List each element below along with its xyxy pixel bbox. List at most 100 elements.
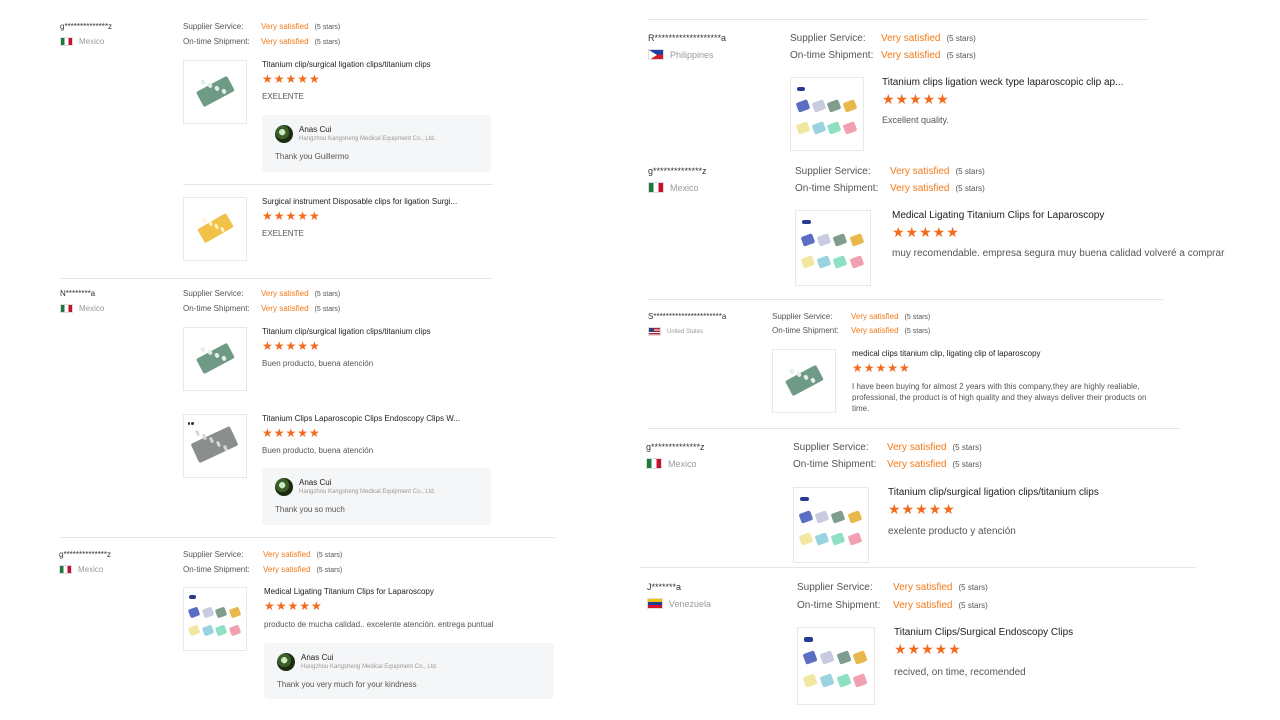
- buyer-info: g**************z Mexico: [59, 550, 111, 574]
- reply-name: Anas Cui: [301, 653, 334, 662]
- buyer-name: g**************z: [646, 442, 705, 452]
- clip-shape: [789, 368, 796, 375]
- ontime-shipment-label: On-time Shipment:: [183, 565, 250, 574]
- clip-shape: [842, 120, 858, 135]
- clip-shape: [800, 232, 816, 247]
- buyer-name: N********a: [60, 289, 96, 298]
- ontime-shipment-stars: (5 stars): [316, 567, 343, 574]
- product-thumbnail[interactable]: [183, 197, 247, 261]
- mexico-flag-icon: [60, 37, 73, 46]
- star-rating: ★★★★★: [262, 426, 321, 440]
- clip-shape: [831, 532, 846, 546]
- ontime-shipment-label: On-time Shipment:: [795, 183, 879, 194]
- review-divider: [60, 278, 492, 279]
- supplier-service-stars: (5 stars): [314, 24, 341, 31]
- product-title[interactable]: Titanium Clips Laparoscopic Clips Endosc…: [262, 414, 492, 423]
- review-comment: EXELENTE: [262, 229, 304, 238]
- star-rating: ★★★★★: [852, 361, 911, 375]
- supplier-service-label: Supplier Service:: [793, 442, 869, 453]
- supplier-service-row: Supplier Service: Very satisfied (5 star…: [790, 33, 976, 50]
- product-title[interactable]: Titanium Clips/Surgical Endoscopy Clips: [894, 627, 1174, 638]
- buyer-country: Mexico: [60, 37, 112, 46]
- review-comment: Buen producto, buena atención: [262, 446, 374, 455]
- product-thumbnail[interactable]: [183, 587, 247, 651]
- product-thumbnail[interactable]: [790, 77, 864, 151]
- clip-shape: [847, 509, 862, 524]
- ratings: Supplier Service: Very satisfied (5 star…: [183, 550, 342, 580]
- supplier-service-value: Very satisfied: [890, 166, 950, 177]
- reply-text: Thank you very much for your kindness: [277, 680, 417, 689]
- ontime-shipment-value: Very satisfied: [881, 50, 941, 61]
- ontime-shipment-stars: (5 stars): [904, 328, 931, 335]
- clip-shape: [798, 509, 814, 524]
- star-rating: ★★★★★: [888, 501, 956, 517]
- ontime-shipment-row: On-time Shipment: Very satisfied (5 star…: [183, 565, 342, 580]
- review-comment: muy recomendable. empresa segura muy bue…: [892, 248, 1225, 259]
- ontime-shipment-stars: (5 stars): [314, 39, 341, 46]
- buyer-name: g**************z: [59, 550, 112, 559]
- clip-shape: [816, 232, 832, 247]
- product-title[interactable]: Titanium clip/surgical ligation clips/ti…: [262, 60, 492, 69]
- product-thumbnail[interactable]: [797, 627, 875, 705]
- clip-shape: [201, 606, 214, 618]
- review-divider: [648, 19, 1148, 20]
- product-title[interactable]: Titanium clip/surgical ligation clips/ti…: [262, 327, 492, 336]
- clip-shape: [811, 120, 826, 135]
- ontime-shipment-label: On-time Shipment:: [797, 600, 881, 611]
- supplier-service-stars: (5 stars): [946, 34, 976, 43]
- product-thumbnail[interactable]: [795, 210, 871, 286]
- clip-shape: [195, 429, 201, 437]
- product-title[interactable]: Medical Ligating Titanium Clips for Lapa…: [892, 210, 1192, 221]
- reply-name: Anas Cui: [299, 478, 332, 487]
- product-thumbnail[interactable]: [772, 349, 836, 413]
- buyer-info: g**************z Mexico: [60, 22, 112, 46]
- buyer-country: Mexico: [59, 565, 111, 574]
- review-comment: recived, on time, recomended: [894, 667, 1026, 678]
- product-title[interactable]: Titanium clips ligation weck type laparo…: [882, 77, 1137, 88]
- clip-shape: [833, 255, 848, 269]
- product-title[interactable]: Surgical instrument Disposable clips for…: [262, 197, 492, 206]
- clip-shape: [200, 79, 207, 86]
- ontime-shipment-row: On-time Shipment: Very satisfied (5 star…: [183, 37, 340, 52]
- country-name: Mexico: [79, 304, 105, 313]
- avatar: [277, 653, 295, 671]
- supplier-service-stars: (5 stars): [904, 314, 931, 321]
- product-title[interactable]: medical clips titanium clip, ligating cl…: [852, 349, 1152, 358]
- product-thumbnail[interactable]: [183, 414, 247, 478]
- mexico-flag-icon: [646, 458, 662, 469]
- review-card: S**********************a United States S…: [648, 312, 1168, 422]
- clip-shape: [819, 673, 835, 688]
- clip-shape: [802, 650, 818, 665]
- country-name: Mexico: [79, 37, 105, 46]
- ontime-shipment-row: On-time Shipment: Very satisfied (5 star…: [793, 459, 982, 476]
- seller-reply: Anas Cui Hangzhou Kangsheng Medical Equi…: [262, 468, 491, 525]
- product-thumbnail[interactable]: [183, 327, 247, 391]
- clip-shape: [833, 232, 848, 247]
- clip-shape: [187, 422, 191, 425]
- supplier-service-label: Supplier Service:: [183, 22, 244, 31]
- supplier-service-value: Very satisfied: [263, 550, 311, 559]
- product-thumbnail[interactable]: [183, 60, 247, 124]
- ratings: Supplier Service: Very satisfied (5 star…: [797, 582, 988, 618]
- clip-shape: [847, 532, 862, 546]
- reply-company: Hangzhou Kangsheng Medical Equipment Co.…: [301, 664, 438, 670]
- clip-shape: [836, 650, 852, 665]
- product-title[interactable]: Titanium clip/surgical ligation clips/ti…: [888, 487, 1168, 498]
- supplier-service-label: Supplier Service:: [183, 289, 244, 298]
- product-title[interactable]: Medical Ligating Titanium Clips for Lapa…: [264, 587, 544, 596]
- review-card: J*******a Venezuela Supplier Service: Ve…: [647, 582, 1187, 718]
- ontime-shipment-value: Very satisfied: [261, 304, 309, 313]
- supplier-service-stars: (5 stars): [955, 167, 985, 176]
- supplier-service-value: Very satisfied: [887, 442, 947, 453]
- ratings: Supplier Service: Very satisfied (5 star…: [772, 312, 930, 340]
- ratings: Supplier Service: Very satisfied (5 star…: [183, 289, 340, 319]
- buyer-info: R*******************a Philippines: [648, 33, 726, 60]
- product-thumbnail[interactable]: [793, 487, 869, 563]
- supplier-service-label: Supplier Service:: [790, 33, 866, 44]
- buyer-info: S**********************a United States: [648, 312, 726, 336]
- review-comment: Buen producto, buena atención: [262, 359, 374, 368]
- ontime-shipment-value: Very satisfied: [261, 37, 309, 46]
- clip-shape: [188, 595, 197, 600]
- ontime-shipment-row: On-time Shipment: Very satisfied (5 star…: [795, 183, 985, 200]
- clip-shape: [799, 496, 809, 502]
